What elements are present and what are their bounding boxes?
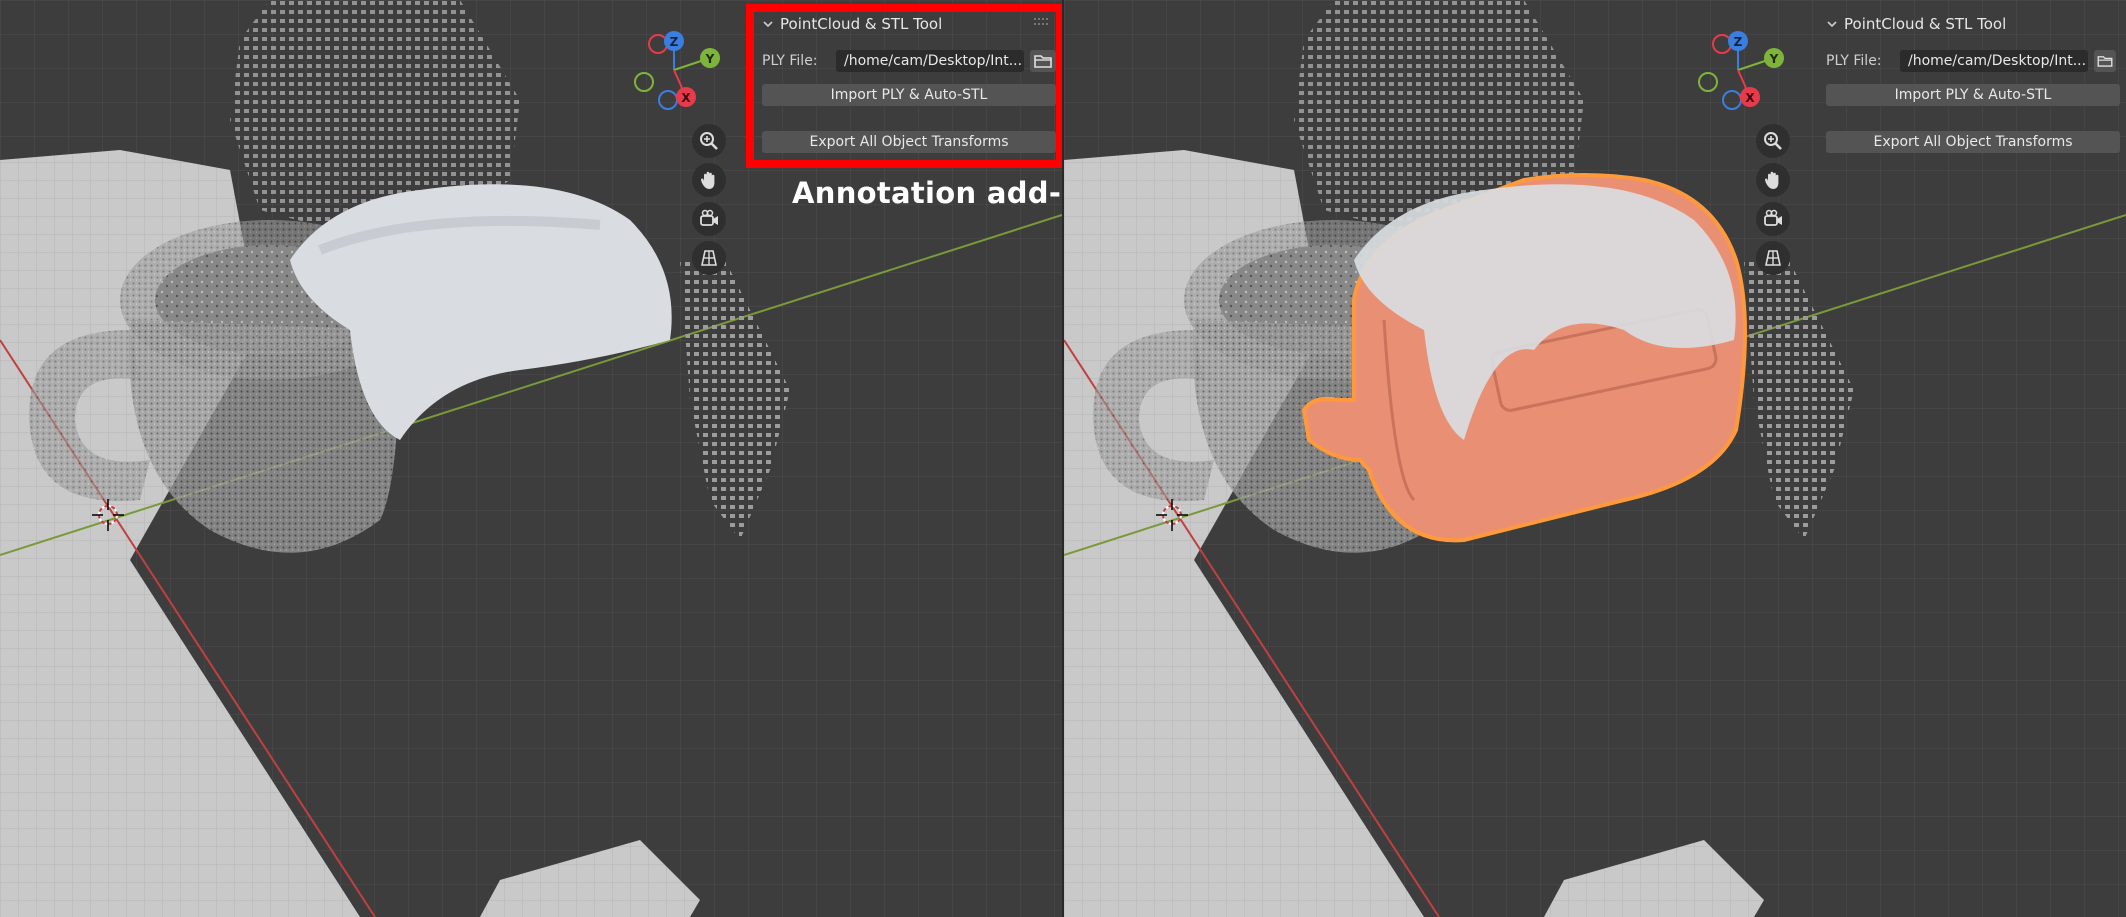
hand-pan-icon[interactable]: [1756, 163, 1790, 197]
navigation-gizmo[interactable]: Z Y X: [628, 24, 738, 124]
camera-icon[interactable]: [692, 202, 726, 236]
hand-pan-icon[interactable]: [692, 163, 726, 197]
gizmo-z-label: Z: [1734, 35, 1743, 49]
navigation-gizmo[interactable]: Z Y X: [1692, 24, 1802, 124]
pointcloud-stl-panel-right: PointCloud & STL Tool PLY File: /home/ca…: [1816, 8, 2120, 160]
floor-pointcloud-bottom: [1544, 840, 1764, 917]
ply-file-path-field[interactable]: /home/cam/Desktop/Int...: [1900, 50, 2088, 72]
gizmo-neg-x-icon: [648, 34, 668, 54]
gizmo-z-label: Z: [670, 35, 679, 49]
gizmo-x-label: X: [1745, 91, 1755, 105]
gizmo-neg-y-icon: [634, 72, 654, 92]
browse-folder-button[interactable]: [2094, 50, 2116, 72]
gizmo-y-label: Y: [1769, 52, 1779, 66]
chevron-down-icon[interactable]: [1826, 19, 1838, 29]
ply-file-label: PLY File:: [1826, 53, 1882, 69]
gizmo-x-label: X: [681, 91, 691, 105]
zoom-icon[interactable]: [1756, 124, 1790, 158]
annotation-highlight-box: [746, 4, 1064, 168]
gizmo-neg-x-icon: [1712, 34, 1732, 54]
gizmo-neg-z-icon: [658, 90, 678, 110]
panel-title: PointCloud & STL Tool: [1844, 15, 2007, 33]
annotation-label: Annotation add-on: [792, 176, 1103, 210]
viewport-nav-buttons: [1756, 124, 1790, 280]
gizmo-y-label: Y: [705, 52, 715, 66]
export-transforms-button[interactable]: Export All Object Transforms: [1826, 131, 2120, 153]
viewport-nav-buttons: [692, 124, 726, 280]
panel-header[interactable]: PointCloud & STL Tool: [1826, 14, 2006, 34]
side-pointcloud: [680, 250, 790, 540]
side-pointcloud: [1744, 250, 1854, 540]
gizmo-neg-y-icon: [1698, 72, 1718, 92]
gizmo-neg-z-icon: [1722, 90, 1742, 110]
folder-icon: [2097, 56, 2113, 67]
import-ply-button[interactable]: Import PLY & Auto-STL: [1826, 84, 2120, 106]
floor-pointcloud-bottom: [480, 840, 700, 917]
camera-icon[interactable]: [1756, 202, 1790, 236]
zoom-icon[interactable]: [692, 124, 726, 158]
grid-view-icon[interactable]: [692, 241, 726, 275]
grid-view-icon[interactable]: [1756, 241, 1790, 275]
